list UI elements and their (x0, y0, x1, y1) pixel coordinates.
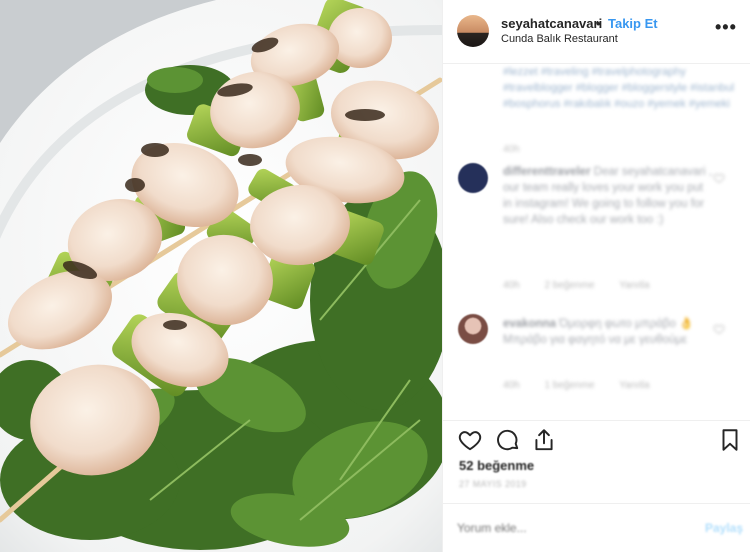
comment-time: 40h (503, 380, 520, 391)
heart-icon[interactable] (457, 427, 483, 453)
add-comment-bar: Paylaş (443, 503, 750, 552)
caption-hashtags: #lezzet #traveling #travelphotography #t… (503, 66, 735, 110)
comment-heart-icon[interactable] (713, 172, 725, 184)
post-header: seyahatcanavari • Takip Et Cunda Balık R… (443, 0, 750, 64)
location-link[interactable]: Cunda Balık Restaurant (501, 33, 618, 45)
comment-reply-button[interactable]: Yanıtla (619, 280, 649, 291)
header-username[interactable]: seyahatcanavari (501, 16, 602, 31)
post-actions (443, 420, 750, 454)
comment-body: differenttraveler Dear seyahatcanavari ,… (503, 164, 713, 228)
post-side-panel: seyahatcanavari • Takip Et Cunda Balık R… (442, 0, 750, 552)
grilled-skewers-image (0, 0, 442, 552)
more-dots-icon[interactable]: ••• (715, 18, 737, 36)
post-photo[interactable] (0, 0, 442, 552)
comment-username[interactable]: differenttraveler (503, 166, 591, 178)
comment-avatar[interactable] (458, 163, 488, 193)
share-arrow-icon[interactable] (531, 427, 557, 453)
comment-heart-icon[interactable] (713, 323, 725, 335)
comment-likes[interactable]: 2 beğenme (544, 280, 594, 291)
comment-body: evakonna Όμορφη φωτο μπράβο 👌 Μπράβο για… (503, 316, 713, 348)
comment-time: 40h (503, 280, 520, 291)
post-date: 27 MAYIS 2019 (459, 479, 527, 489)
comment-avatar[interactable] (458, 314, 488, 344)
follow-button[interactable]: Takip Et (608, 16, 658, 31)
caption-time: 40h (503, 144, 520, 155)
bookmark-icon[interactable] (717, 427, 743, 453)
comment-username[interactable]: evakonna (503, 318, 556, 330)
comment-meta: 40h 2 beğenme Yanıtla (503, 280, 672, 291)
comment-meta: 40h 1 beğenme Yanıtla (503, 380, 672, 391)
comment-input[interactable] (457, 519, 677, 537)
comment-reply-button[interactable]: Yanıtla (619, 380, 649, 391)
post-comment-button[interactable]: Paylaş (705, 521, 743, 535)
likes-count[interactable]: 52 beğenme (459, 458, 534, 473)
header-separator: • (596, 16, 601, 31)
comment-likes[interactable]: 1 beğenme (544, 380, 594, 391)
profile-avatar[interactable] (457, 15, 489, 47)
comments-list[interactable]: #lezzet #traveling #travelphotography #t… (443, 64, 750, 420)
comment-bubble-icon[interactable] (495, 427, 521, 453)
